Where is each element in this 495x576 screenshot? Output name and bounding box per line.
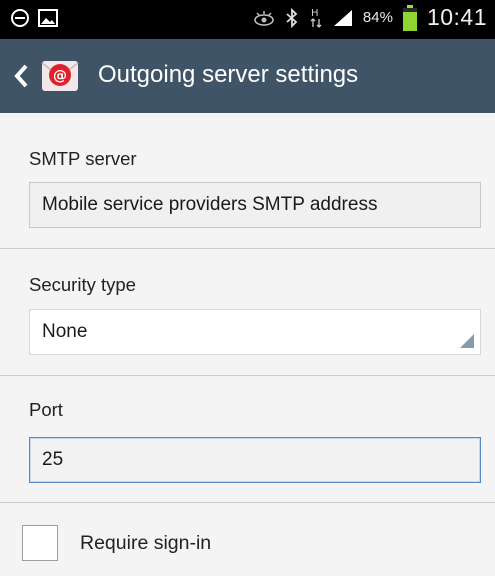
smtp-server-field[interactable]: Mobile service providers SMTP address: [29, 182, 481, 228]
security-type-value: None: [42, 321, 88, 342]
divider: [0, 375, 495, 376]
svg-text:@: @: [53, 68, 67, 84]
battery-icon: [402, 4, 417, 31]
image-icon: [38, 9, 58, 27]
clock: 10:41: [426, 4, 487, 30]
bluetooth-icon: [285, 7, 299, 28]
port-input[interactable]: 25: [29, 437, 481, 483]
divider: [0, 248, 495, 249]
network-type-label: H: [311, 8, 319, 19]
status-bar: H 84% 10:41: [0, 0, 495, 39]
port-label: Port: [29, 399, 63, 420]
security-type-label: Security type: [29, 274, 136, 295]
data-arrows-icon: H: [309, 7, 323, 29]
security-type-select[interactable]: None: [29, 309, 481, 355]
page-title: Outgoing server settings: [98, 61, 359, 88]
eye-icon: [253, 9, 275, 27]
minus-circle-icon: [10, 8, 30, 28]
action-bar: @ Outgoing server settings: [0, 39, 495, 113]
email-app-icon[interactable]: @: [40, 55, 80, 95]
signal-icon: [333, 9, 353, 27]
require-signin-label[interactable]: Require sign-in: [80, 532, 211, 555]
back-button[interactable]: [6, 57, 36, 95]
dropdown-corner-icon: [460, 334, 474, 348]
chevron-left-icon: [14, 64, 28, 88]
divider: [0, 502, 495, 503]
require-signin-checkbox[interactable]: [22, 525, 58, 561]
smtp-server-label: SMTP server: [29, 148, 137, 169]
battery-percent: 84%: [362, 9, 393, 26]
